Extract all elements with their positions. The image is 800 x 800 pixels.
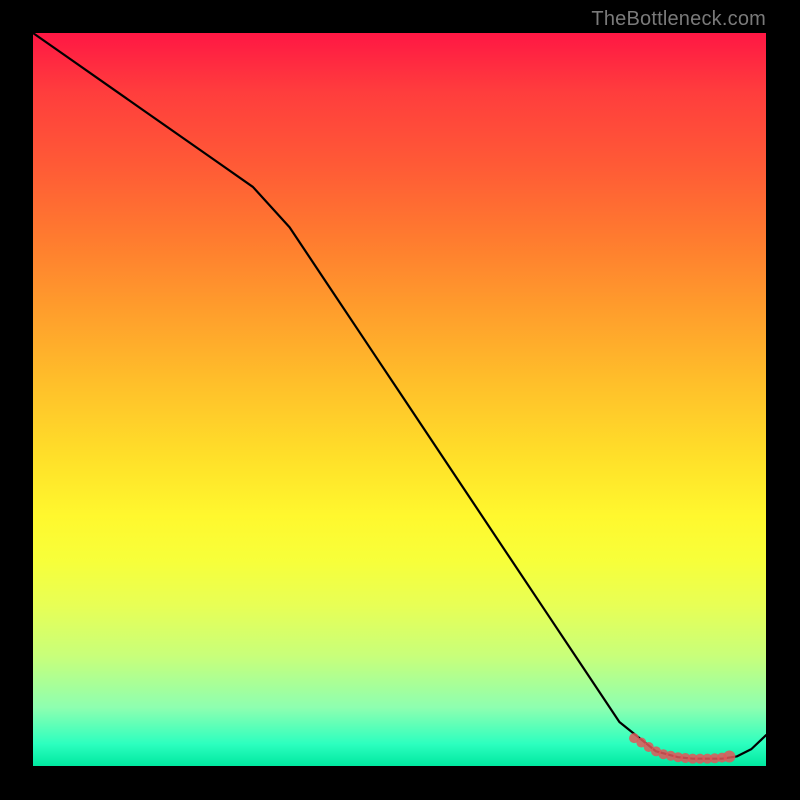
bottleneck-curve [33, 33, 766, 759]
watermark-text: TheBottleneck.com [591, 8, 766, 31]
highlight-markers [629, 733, 735, 764]
chart-overlay [33, 33, 766, 766]
marker-dot [723, 750, 735, 762]
chart-frame: TheBottleneck.com [0, 0, 800, 800]
